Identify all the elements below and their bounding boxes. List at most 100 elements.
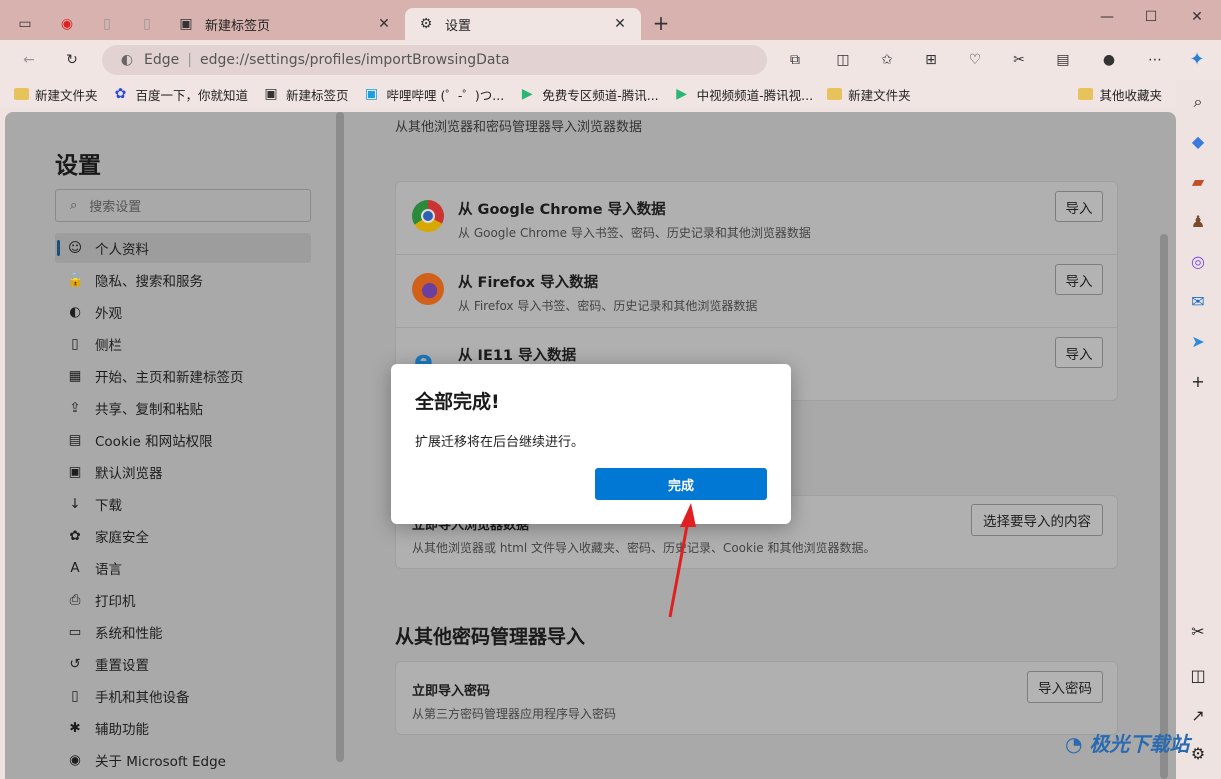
performance-icon[interactable]: ♡ — [966, 51, 984, 69]
bookmark-label: 中视频频道-腾讯视... — [696, 87, 814, 103]
bookmark-tencent[interactable]: ▶ 中视频频道-腾讯视... — [673, 85, 813, 104]
sidebar-item[interactable]: A 语言 — [55, 553, 311, 583]
nav-label: 语言 — [95, 562, 122, 578]
import-row-firefox: 从 Firefox 导入数据 从 Firefox 导入书签、密码、历史记录和其他… — [396, 255, 1117, 328]
sidebar-toggle-icon[interactable]: ▤ — [1054, 51, 1072, 69]
nav-icon: ✿ — [69, 528, 81, 544]
collections-icon[interactable]: ⊞ — [922, 51, 940, 69]
import-passwords-button[interactable]: 导入密码 — [1027, 671, 1103, 703]
send-icon[interactable]: ➤ — [1188, 332, 1208, 352]
sidebar-item[interactable]: ↓ 下载 — [55, 489, 311, 519]
back-icon[interactable]: ← — [20, 51, 38, 69]
page-tab-icon[interactable]: ▯ — [138, 15, 156, 33]
games-icon[interactable]: ♟ — [1188, 212, 1208, 232]
nav-label: 隐私、搜索和服务 — [95, 274, 203, 290]
search-input[interactable]: ⌕ 搜索设置 — [55, 189, 311, 222]
address-bar[interactable]: ◐ Edge | edge://settings/profiles/import… — [102, 45, 767, 75]
nav-icon: ▣ — [68, 464, 82, 480]
bookmark-baidu[interactable]: ✿ 百度一下，你就知道 — [112, 85, 248, 104]
nav-icon: ▭ — [68, 624, 82, 640]
import-ie11-button[interactable]: 导入 — [1055, 337, 1103, 368]
split-screen-icon[interactable]: ◫ — [834, 51, 852, 69]
sidebar-item[interactable]: ▯ 手机和其他设备 — [55, 681, 311, 711]
sidebar-item[interactable]: ↺ 重置设置 — [55, 649, 311, 679]
screenshot-icon[interactable]: ✂ — [1010, 51, 1028, 69]
tencent-video-icon: ▶ — [521, 86, 533, 102]
close-window-icon[interactable]: ✕ — [1188, 8, 1206, 26]
refresh-icon[interactable]: ↻ — [63, 51, 81, 69]
bookmark-bilibili[interactable]: ▣ 哔哩哔哩 (゜-゜)つ... — [363, 85, 504, 104]
bookmark-tencent[interactable]: ▶ 免费专区频道-腾讯... — [518, 85, 659, 104]
row-subtitle: 从其他浏览器或 html 文件导入收藏夹、密码、历史记录、Cookie 和其他浏… — [412, 541, 876, 555]
sidebar-item[interactable]: ▭ 系统和性能 — [55, 617, 311, 647]
sidebar-item[interactable]: ◐ 外观 — [55, 297, 311, 327]
add-icon[interactable]: + — [1188, 372, 1208, 392]
sidebar-item[interactable]: ▯ 侧栏 — [55, 329, 311, 359]
choose-import-content-button[interactable]: 选择要导入的内容 — [971, 504, 1103, 536]
sidebar-item[interactable]: ▤ Cookie 和网站权限 — [55, 425, 311, 455]
minimize-icon[interactable]: — — [1098, 8, 1116, 26]
folder-icon — [14, 88, 29, 100]
maximize-icon[interactable]: ☐ — [1142, 8, 1160, 26]
sidebar-item[interactable]: ▣ 默认浏览器 — [55, 457, 311, 487]
new-tab-icon: ▣ — [179, 16, 193, 32]
new-tab-plus-icon[interactable]: + — [652, 11, 670, 35]
completion-dialog: 全部完成! 扩展迁移将在后台继续进行。 完成 — [391, 364, 791, 524]
weibo-tab-icon[interactable]: ◉ — [58, 15, 76, 33]
red-arrow-annotation — [668, 503, 696, 618]
nav-label: 辅助功能 — [95, 722, 149, 738]
search-icon[interactable]: ⌕ — [1188, 92, 1208, 112]
close-icon[interactable]: ✕ — [375, 15, 393, 33]
chrome-icon — [412, 200, 444, 232]
bookmark-label: 其他收藏夹 — [1099, 87, 1162, 103]
bookmark-folder[interactable]: 新建文件夹 — [827, 85, 911, 104]
tab-new-tab[interactable]: ▣ 新建标签页 ✕ — [165, 8, 405, 40]
favorites-icon[interactable]: ✩ — [878, 51, 896, 69]
sidebar-item[interactable]: ✱ 辅助功能 — [55, 713, 311, 743]
search-icon: ⌕ — [70, 198, 78, 213]
external-link-icon[interactable]: ↗ — [1188, 706, 1208, 726]
nav-icon: ▤ — [68, 432, 82, 448]
page-title: 设置 — [55, 153, 101, 179]
sidebar-item[interactable]: ☺ 个人资料 — [55, 233, 311, 263]
tools-icon[interactable]: ▰ — [1188, 172, 1208, 192]
bilibili-icon: ▣ — [364, 86, 379, 102]
tab-actions-icon[interactable]: ▭ — [16, 15, 34, 33]
sidebar-scrollbar[interactable] — [336, 112, 344, 762]
microsoft365-icon[interactable]: ◎ — [1188, 252, 1208, 272]
sidebar-item[interactable]: ⎙ 打印机 — [55, 585, 311, 615]
tab-label: 设置 — [445, 18, 472, 34]
sidebar-item[interactable]: ◉ 关于 Microsoft Edge — [55, 745, 311, 775]
more-icon[interactable]: ⋯ — [1146, 51, 1164, 69]
close-icon[interactable]: ✕ — [611, 15, 629, 33]
import-chrome-button[interactable]: 导入 — [1055, 191, 1103, 222]
nav-label: 系统和性能 — [95, 626, 163, 642]
nav-icon: ◉ — [69, 752, 81, 768]
bookmark-new-tab[interactable]: ▣ 新建标签页 — [262, 85, 348, 104]
page-tab-icon[interactable]: ▯ — [98, 15, 116, 33]
extensions-icon[interactable]: ⧉ — [786, 51, 804, 69]
sidebar-item[interactable]: ✿ 家庭安全 — [55, 521, 311, 551]
sidebar-item[interactable]: ⇪ 共享、复制和粘贴 — [55, 393, 311, 423]
profile-avatar[interactable]: ● — [1100, 51, 1118, 69]
outlook-icon[interactable]: ✉ — [1188, 292, 1208, 312]
nav-label: 手机和其他设备 — [95, 690, 190, 706]
row-subtitle: 从第三方密码管理器应用程序导入密码 — [412, 707, 617, 721]
tab-settings[interactable]: ⚙ 设置 ✕ — [405, 8, 641, 40]
shopping-tag-icon[interactable]: ◆ — [1188, 132, 1208, 152]
sidebar-item[interactable]: ▦ 开始、主页和新建标签页 — [55, 361, 311, 391]
watermark-text: 极光下载站 — [1089, 732, 1190, 756]
sidebar-item[interactable]: 🔒 隐私、搜索和服务 — [55, 265, 311, 295]
main-scrollbar[interactable] — [1160, 234, 1168, 779]
nav-label: 重置设置 — [95, 658, 149, 674]
url-text[interactable]: edge://settings/profiles/importBrowsingD… — [200, 52, 510, 68]
folder-icon — [827, 88, 843, 100]
bookmark-folder[interactable]: 新建文件夹 — [14, 85, 98, 104]
import-firefox-button[interactable]: 导入 — [1055, 264, 1103, 295]
sidebar-layout-icon[interactable]: ◫ — [1188, 666, 1208, 686]
row-subtitle: 从 Google Chrome 导入书签、密码、历史记录和其他浏览器数据 — [458, 226, 811, 240]
settings-gear-icon[interactable]: ⚙ — [1188, 744, 1208, 764]
copilot-icon[interactable]: ✦ — [1188, 49, 1206, 70]
other-favorites[interactable]: 其他收藏夹 — [1078, 85, 1162, 104]
screenshot-icon[interactable]: ✂ — [1188, 622, 1208, 642]
